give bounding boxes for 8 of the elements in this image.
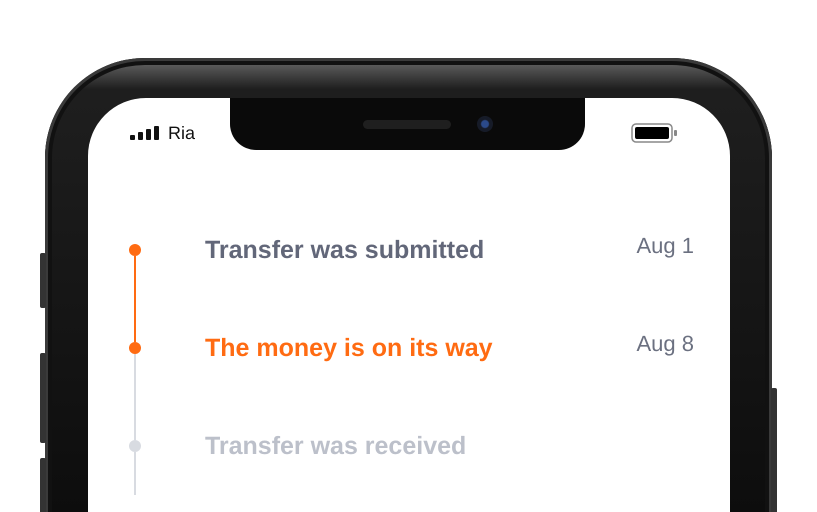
step-title: Transfer was received — [204, 432, 468, 460]
battery-icon — [631, 123, 678, 143]
step-title: The money is on its way — [204, 334, 494, 362]
step-date: Aug 8 — [636, 331, 694, 357]
carrier-name: Ria — [168, 122, 196, 144]
step-title: Transfer was submitted — [204, 236, 486, 264]
signal-icon — [130, 126, 162, 140]
step-date: Aug 1 — [636, 233, 694, 259]
